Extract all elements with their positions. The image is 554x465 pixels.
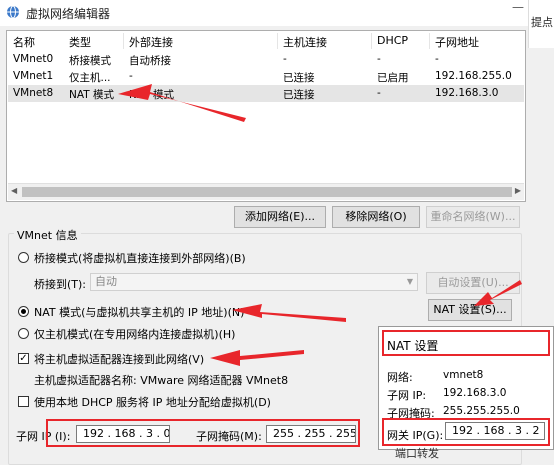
remove-network-button[interactable]: 移除网络(O) bbox=[332, 206, 420, 228]
table-row[interactable]: VMnet0 桥接模式 自动桥接 - - - bbox=[8, 51, 524, 68]
use-dhcp-label[interactable]: 使用本地 DHCP 服务将 IP 地址分配给虚拟机(D) bbox=[34, 394, 271, 410]
host-only-radio[interactable] bbox=[18, 328, 29, 339]
nat-network-value: vmnet8 bbox=[443, 369, 484, 381]
cell-external: - bbox=[129, 70, 133, 82]
rename-network-button[interactable]: 重命名网络(W)... bbox=[426, 206, 520, 228]
background-text: 提点 bbox=[531, 16, 553, 29]
annotation-box-gateway bbox=[382, 418, 550, 446]
bridge-mode-label[interactable]: 桥接模式(将虚拟机直接连接到外部网络)(B) bbox=[34, 250, 246, 266]
auto-settings-button[interactable]: 自动设置(U)... bbox=[426, 272, 520, 294]
bridge-mode-radio[interactable] bbox=[18, 252, 29, 263]
background-window-fragment: 提点 bbox=[528, 0, 554, 48]
col-header-host[interactable]: 主机连接 bbox=[283, 34, 327, 50]
nat-subnet-ip-label: 子网 IP: bbox=[387, 389, 427, 402]
cell-external: NAT 模式 bbox=[129, 89, 174, 101]
cell-host: - bbox=[283, 53, 287, 65]
table-row-selected[interactable]: VMnet8 NAT 模式 NAT 模式 已连接 - 192.168.3.0 bbox=[8, 85, 524, 102]
cell-external: 自动桥接 bbox=[129, 55, 171, 67]
cell-dhcp: - bbox=[377, 53, 381, 65]
add-network-button[interactable]: 添加网络(E)... bbox=[234, 206, 326, 228]
connect-adapter-checkbox[interactable]: ✓ bbox=[18, 353, 29, 364]
nat-mask-value: 255.255.255.0 bbox=[443, 405, 520, 417]
bridge-to-label: 桥接到(T): bbox=[34, 278, 87, 291]
nat-network-label: 网络: bbox=[387, 371, 413, 384]
col-header-external[interactable]: 外部连接 bbox=[129, 34, 173, 50]
window-title: 虚拟网络编辑器 bbox=[26, 7, 111, 21]
nat-mode-radio[interactable] bbox=[18, 306, 29, 317]
col-header-dhcp[interactable]: DHCP bbox=[377, 34, 408, 47]
scroll-right-icon[interactable]: ▶ bbox=[515, 186, 521, 195]
nat-subnet-ip-value: 192.168.3.0 bbox=[443, 387, 507, 399]
annotation-box-subnet bbox=[46, 419, 360, 447]
adapter-name-text: 主机虚拟适配器名称: VMware 网络适配器 VMnet8 bbox=[34, 374, 289, 387]
cell-dhcp: - bbox=[377, 87, 381, 99]
cell-name: VMnet0 bbox=[13, 53, 54, 65]
use-dhcp-checkbox[interactable] bbox=[18, 396, 29, 407]
chevron-down-icon: ▼ bbox=[406, 277, 413, 286]
scroll-thumb[interactable] bbox=[22, 187, 512, 197]
nat-mode-label[interactable]: NAT 模式(与虚拟机共享主机的 IP 地址)(N) bbox=[34, 304, 244, 320]
cell-type: 仅主机... bbox=[69, 72, 111, 84]
minimize-icon[interactable]: — bbox=[512, 0, 524, 14]
cell-name: VMnet1 bbox=[13, 70, 54, 82]
bridge-to-select[interactable]: 自动 ▼ bbox=[90, 273, 418, 291]
scroll-left-icon[interactable]: ◀ bbox=[11, 186, 17, 195]
horizontal-scrollbar[interactable]: ◀ ▶ bbox=[8, 183, 524, 200]
cell-host: 已连接 bbox=[283, 89, 315, 101]
host-only-label[interactable]: 仅主机模式(在专用网络内连接虚拟机)(H) bbox=[34, 326, 235, 342]
network-globe-icon bbox=[6, 5, 20, 19]
cell-name: VMnet8 bbox=[13, 87, 54, 99]
cell-type: 桥接模式 bbox=[69, 55, 111, 67]
cell-host: 已连接 bbox=[283, 72, 315, 84]
network-list[interactable]: 名称 类型 外部连接 主机连接 DHCP 子网地址 VMnet0 桥接模式 自动… bbox=[6, 30, 526, 202]
cell-subnet: 192.168.255.0 bbox=[435, 70, 512, 82]
col-header-subnet[interactable]: 子网地址 bbox=[435, 34, 479, 50]
vmnet-info-title: VMnet 信息 bbox=[14, 227, 81, 243]
connect-adapter-label[interactable]: 将主机虚拟适配器连接到此网络(V) bbox=[34, 351, 204, 367]
cell-subnet: 192.168.3.0 bbox=[435, 87, 499, 99]
cell-subnet: - bbox=[435, 53, 439, 65]
annotation-box-nat-title bbox=[382, 330, 550, 356]
port-forwarding-fragment: 端口转发 bbox=[395, 447, 439, 460]
table-row[interactable]: VMnet1 仅主机... - 已连接 已启用 192.168.255.0 bbox=[8, 68, 524, 85]
nat-settings-button[interactable]: NAT 设置(S)... bbox=[428, 299, 512, 321]
cell-type: NAT 模式 bbox=[69, 89, 114, 101]
cell-dhcp: 已启用 bbox=[377, 72, 409, 84]
bridge-to-value: 自动 bbox=[95, 275, 117, 288]
col-header-type[interactable]: 类型 bbox=[69, 34, 91, 50]
col-header-name[interactable]: 名称 bbox=[13, 34, 35, 50]
